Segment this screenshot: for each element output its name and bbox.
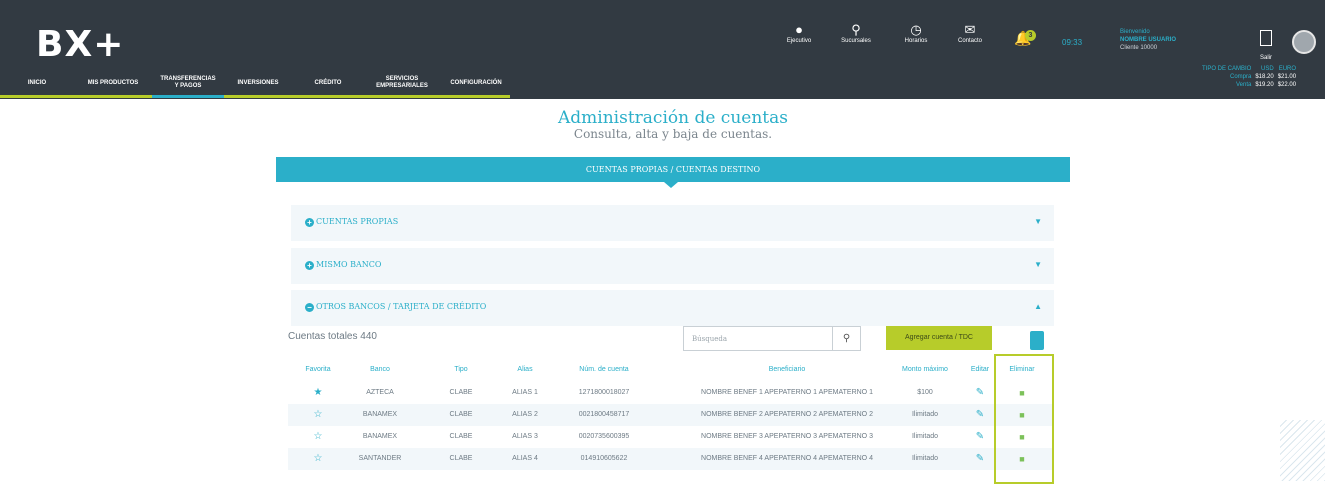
user-welcome: Bienvenido NOMBRE USUARIO Cliente 10000 — [1120, 29, 1177, 51]
session-clock: 09:33 — [1062, 38, 1083, 47]
user-name: NOMBRE USUARIO — [1120, 37, 1177, 43]
decorative-stripes — [1280, 420, 1325, 481]
contacto-button[interactable]: ✉ Contacto — [945, 22, 995, 44]
favorite-star-outline-icon[interactable]: ☆ — [296, 448, 340, 470]
logout-button[interactable]: Salir — [1256, 30, 1276, 64]
search-input[interactable]: Búsqueda — [692, 335, 727, 343]
user-icon: ● — [795, 22, 803, 37]
section-mismo-banco[interactable]: + MISMO BANCO ▼ — [291, 248, 1054, 284]
chevron-up-icon: ▲ — [1034, 302, 1042, 311]
chevron-down-icon: ▼ — [1034, 260, 1042, 269]
plus-circle-icon: + — [305, 261, 314, 270]
nav-mis-productos[interactable]: MIS PRODUCTOS — [74, 70, 152, 96]
edit-pencil-icon[interactable]: ✎ — [964, 404, 996, 426]
nav-inversiones[interactable]: INVERSIONES — [224, 70, 292, 96]
sucursales-button[interactable]: ⚲ Sucursales — [831, 22, 881, 44]
table-row[interactable]: ☆ BANAMEX CLABE ALIAS 2 002180045871​7 N… — [288, 404, 1054, 426]
top-header: BX+ INICIO MIS PRODUCTOS TRANSFERENCIAS … — [0, 0, 1325, 99]
exit-door-icon — [1260, 30, 1272, 46]
total-accounts: Cuentas totales 440 — [288, 331, 377, 342]
delete-column-highlight — [994, 354, 1054, 484]
chevron-down-icon: ▼ — [1034, 217, 1042, 226]
avatar[interactable] — [1292, 30, 1316, 54]
ejecutivo-button[interactable]: ● Ejecutivo — [774, 22, 824, 44]
plus-circle-icon: + — [305, 218, 314, 227]
nav-inicio[interactable]: INICIO — [0, 70, 74, 96]
alarm-clock-icon: ◷ — [910, 22, 922, 37]
edit-pencil-icon[interactable]: ✎ — [964, 448, 996, 470]
favorite-star-outline-icon[interactable]: ☆ — [296, 426, 340, 448]
mail-icon: ✉ — [964, 22, 976, 37]
nav-configuracion[interactable]: CONFIGURACIÓN — [440, 70, 512, 96]
page-subtitle: Consulta, alta y baja de cuentas. — [573, 127, 773, 141]
client-number: Cliente 10000 — [1120, 45, 1158, 51]
horarios-button[interactable]: ◷ Horarios — [891, 22, 941, 44]
favorite-star-icon[interactable]: ★ — [296, 382, 340, 404]
page-title: Administración de cuentas — [558, 108, 788, 128]
table-row[interactable]: ☆ BANAMEX CLABE ALIAS 3 002073560039​5 N… — [288, 426, 1054, 448]
table-header: Favorita Banco Tipo Alias Núm. de cuenta… — [305, 366, 1035, 373]
map-pin-icon: ⚲ — [851, 22, 861, 37]
search-field[interactable]: Búsqueda ⚲ — [683, 326, 861, 351]
export-file-icon[interactable] — [1030, 331, 1044, 350]
nav-credito[interactable]: CRÉDITO — [292, 70, 364, 96]
tab-active-arrow — [664, 182, 678, 188]
favorite-star-outline-icon[interactable]: ☆ — [296, 404, 340, 426]
tab-cuentas-propias-destino[interactable]: CUENTAS PROPIAS / CUENTAS DESTINO — [276, 157, 1070, 182]
search-icon[interactable]: ⚲ — [832, 327, 860, 350]
table-row[interactable]: ★ AZTECA CLABE ALIAS 1 127180001802​7 NO… — [288, 382, 1054, 404]
edit-pencil-icon[interactable]: ✎ — [964, 382, 996, 404]
section-cuentas-propias[interactable]: + CUENTAS PROPIAS ▼ — [291, 205, 1054, 241]
exchange-rate-panel: TIPO DE CAMBIO USD EURO Compra $18.20 $2… — [1202, 66, 1297, 88]
nav-transferencias[interactable]: TRANSFERENCIAS Y PAGOS — [152, 70, 224, 96]
nav-active-indicator — [152, 95, 224, 98]
add-account-button[interactable]: Agregar cuenta / TDC — [886, 326, 992, 350]
section-otros-bancos[interactable]: − OTROS BANCOS / TARJETA DE CRÉDITO ▲ — [291, 290, 1054, 326]
table-row[interactable]: ☆ SANTANDER CLABE ALIAS 4 014910605622 N… — [288, 448, 1054, 470]
nav-servicios-empresariales[interactable]: SERVICIOS EMPRESARIALES — [364, 70, 440, 96]
notification-badge: 3 — [1025, 30, 1036, 41]
edit-pencil-icon[interactable]: ✎ — [964, 426, 996, 448]
minus-circle-icon: − — [305, 303, 314, 312]
nav-underline — [0, 95, 510, 98]
bx-plus-logo[interactable]: BX+ — [36, 24, 124, 65]
